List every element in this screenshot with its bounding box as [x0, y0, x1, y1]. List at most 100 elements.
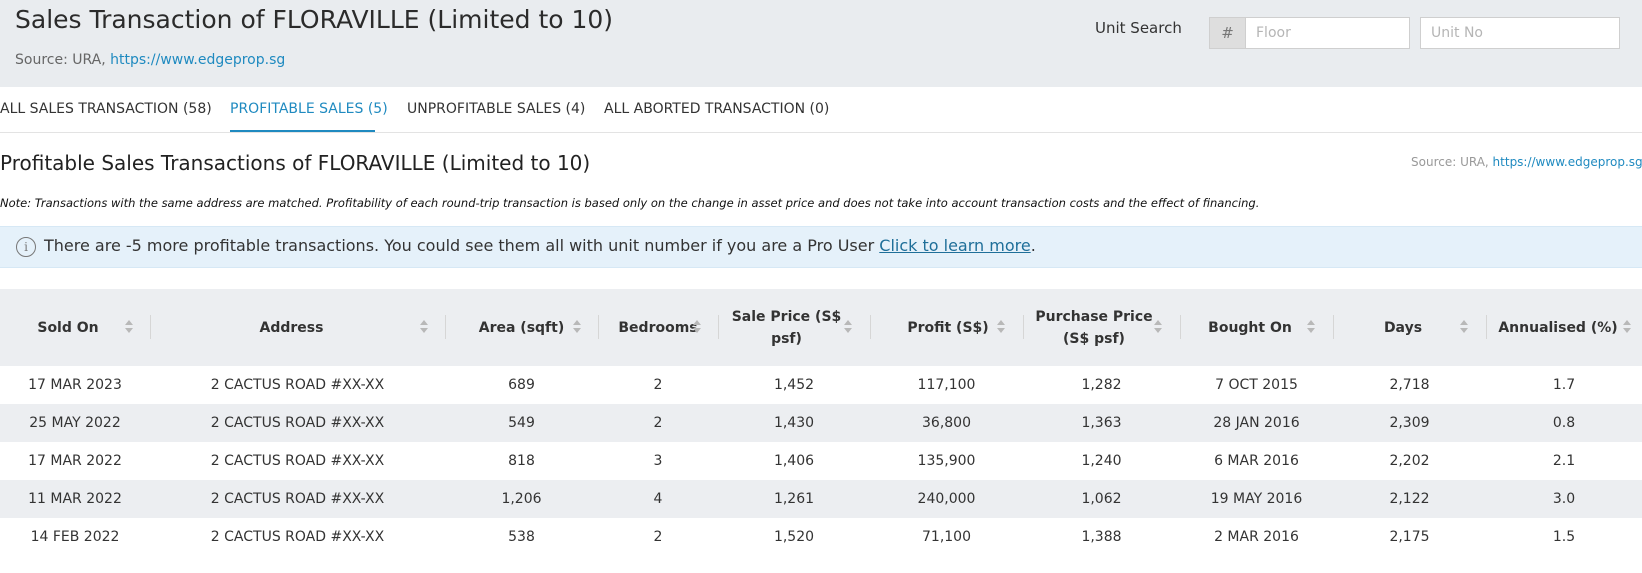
cell-sale-price: 1,430: [773, 415, 815, 431]
table-row: 17 MAR 2023 2 CACTUS ROAD #XX-XX 689 2 1…: [0, 366, 1642, 404]
cell-sold-on: 11 MAR 2022: [28, 491, 122, 507]
cell-sold-on: 25 MAY 2022: [29, 415, 121, 431]
info-icon: i: [16, 237, 36, 257]
cell-purchase-price: 1,363: [1081, 415, 1122, 431]
section-source-link[interactable]: https://www.edgeprop.sg: [1493, 155, 1642, 169]
cell-sale-price: 1,261: [773, 491, 815, 507]
tab-aborted-transactions[interactable]: ALL ABORTED TRANSACTION (0): [604, 101, 829, 117]
col-sale-price-label-2: psf): [771, 330, 802, 347]
cell-area: 818: [508, 453, 535, 469]
col-days[interactable]: Days: [1333, 289, 1473, 366]
table-row: 14 FEB 2022 2 CACTUS ROAD #XX-XX 538 2 1…: [0, 518, 1642, 556]
header-source: Source: URA, https://www.edgeprop.sg: [15, 52, 285, 68]
col-sale-price-label: Sale Price (S$: [731, 308, 842, 325]
cell-profit: 240,000: [917, 491, 976, 507]
profitability-note: Note: Transactions with the same address…: [0, 196, 1260, 210]
header-source-link[interactable]: https://www.edgeprop.sg: [110, 52, 285, 68]
cell-days: 2,122: [1389, 491, 1430, 507]
cell-sold-on: 17 MAR 2023: [28, 377, 122, 393]
page-title: Sales Transaction of FLORAVILLE (Limited…: [15, 5, 614, 34]
col-purchase-price[interactable]: Purchase Price (S$ psf): [1023, 289, 1165, 366]
info-banner: i There are -5 more profitable transacti…: [0, 226, 1642, 268]
tab-profitable-sales[interactable]: PROFITABLE SALES (5): [230, 101, 388, 117]
col-profit-label: Profit (S$): [907, 319, 989, 336]
sort-icon[interactable]: [573, 320, 581, 334]
info-message: There are -5 more profitable transaction…: [44, 236, 1036, 255]
table-row: 11 MAR 2022 2 CACTUS ROAD #XX-XX 1,206 4…: [0, 480, 1642, 518]
cell-bought-on: 2 MAR 2016: [1214, 529, 1299, 545]
cell-purchase-price: 1,240: [1081, 453, 1122, 469]
section-source: Source: URA, https://www.edgeprop.sg: [1411, 155, 1642, 169]
cell-bedrooms: 4: [653, 491, 663, 507]
table-row: 25 MAY 2022 2 CACTUS ROAD #XX-XX 549 2 1…: [0, 404, 1642, 442]
cell-days: 2,202: [1389, 453, 1430, 469]
cell-address: 2 CACTUS ROAD #XX-XX: [210, 453, 385, 469]
cell-bedrooms: 2: [653, 377, 663, 393]
cell-days: 2,175: [1389, 529, 1430, 545]
cell-sale-price: 1,406: [773, 453, 815, 469]
page-header: Sales Transaction of FLORAVILLE (Limited…: [0, 0, 1642, 87]
cell-purchase-price: 1,062: [1081, 491, 1122, 507]
floor-input[interactable]: [1245, 17, 1410, 49]
tab-unprofitable-sales[interactable]: UNPROFITABLE SALES (4): [407, 101, 585, 117]
sort-icon[interactable]: [420, 320, 428, 334]
hash-addon: #: [1209, 17, 1245, 49]
cell-profit: 117,100: [917, 377, 976, 393]
section-title: Profitable Sales Transactions of FLORAVI…: [0, 151, 591, 175]
col-sold-on[interactable]: Sold On: [0, 289, 136, 366]
info-text: There are -5 more profitable transaction…: [44, 236, 880, 255]
col-purchase-price-label: Purchase Price: [1035, 308, 1153, 325]
cell-annualised: 1.7: [1552, 377, 1576, 393]
cell-bedrooms: 2: [653, 529, 663, 545]
col-bought-on[interactable]: Bought On: [1180, 289, 1320, 366]
sort-icon[interactable]: [1154, 320, 1162, 334]
cell-sale-price: 1,520: [773, 529, 815, 545]
table-header: Sold On Address Area (sqft) Bedrooms Sal…: [0, 289, 1642, 366]
cell-annualised: 3.0: [1552, 491, 1576, 507]
col-annualised[interactable]: Annualised (%): [1486, 289, 1630, 366]
col-annualised-label: Annualised (%): [1498, 319, 1618, 336]
col-bought-on-label: Bought On: [1208, 319, 1292, 336]
cell-purchase-price: 1,282: [1081, 377, 1122, 393]
cell-sale-price: 1,452: [773, 377, 815, 393]
cell-address: 2 CACTUS ROAD #XX-XX: [210, 377, 385, 393]
cell-bought-on: 19 MAY 2016: [1210, 491, 1303, 507]
learn-more-link[interactable]: Click to learn more: [879, 236, 1030, 255]
col-purchase-price-label-2: (S$ psf): [1063, 330, 1125, 347]
transaction-tabs: ALL SALES TRANSACTION (58) PROFITABLE SA…: [0, 87, 1642, 133]
cell-bedrooms: 3: [653, 453, 663, 469]
sort-icon[interactable]: [1307, 320, 1315, 334]
info-suffix: .: [1030, 236, 1036, 255]
col-sale-price[interactable]: Sale Price (S$ psf): [718, 289, 855, 366]
cell-days: 2,718: [1389, 377, 1430, 393]
cell-area: 1,206: [501, 491, 542, 507]
cell-annualised: 2.1: [1552, 453, 1576, 469]
col-days-label: Days: [1383, 319, 1423, 336]
cell-address: 2 CACTUS ROAD #XX-XX: [210, 491, 385, 507]
cell-purchase-price: 1,388: [1081, 529, 1122, 545]
sort-icon[interactable]: [844, 320, 852, 334]
cell-profit: 36,800: [922, 415, 971, 431]
sort-icon[interactable]: [1623, 320, 1631, 334]
cell-profit: 135,900: [917, 453, 976, 469]
cell-area: 538: [508, 529, 535, 545]
tab-all-sales[interactable]: ALL SALES TRANSACTION (58): [0, 101, 212, 117]
sort-icon[interactable]: [997, 320, 1005, 334]
cell-area: 689: [508, 377, 535, 393]
col-address[interactable]: Address: [150, 289, 433, 366]
col-sold-on-label: Sold On: [37, 319, 99, 336]
active-tab-indicator: [230, 130, 375, 132]
sort-icon[interactable]: [125, 320, 133, 334]
unit-search-label: Unit Search: [1095, 19, 1182, 37]
cell-annualised: 1.5: [1552, 529, 1576, 545]
cell-annualised: 0.8: [1552, 415, 1576, 431]
unit-no-input[interactable]: [1420, 17, 1620, 49]
col-bedrooms-label: Bedrooms: [618, 319, 698, 336]
cell-sold-on: 17 MAR 2022: [28, 453, 122, 469]
cell-area: 549: [508, 415, 535, 431]
col-address-label: Address: [259, 319, 324, 336]
sort-icon[interactable]: [1460, 320, 1468, 334]
sort-icon[interactable]: [693, 320, 701, 334]
cell-bought-on: 7 OCT 2015: [1215, 377, 1298, 393]
cell-address: 2 CACTUS ROAD #XX-XX: [210, 415, 385, 431]
